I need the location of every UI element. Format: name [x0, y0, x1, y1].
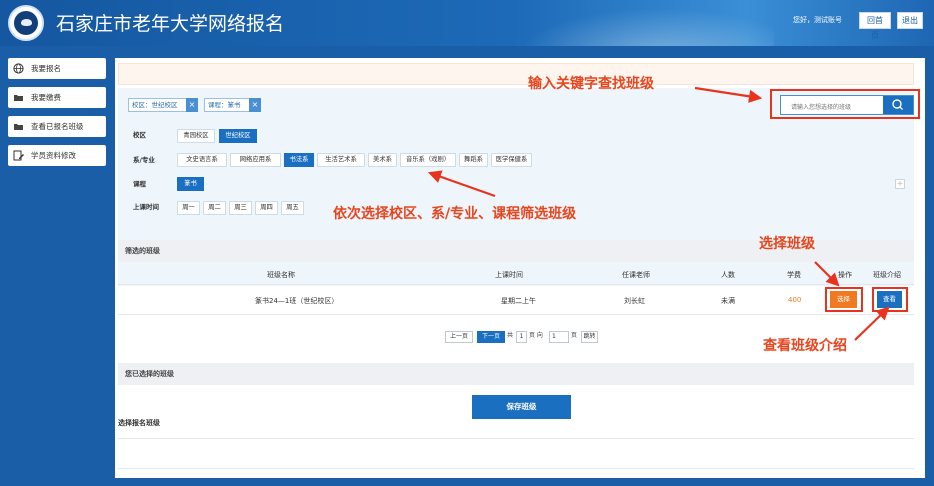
enroll-section-title: 选择报名班级: [118, 419, 160, 427]
dept-option[interactable]: 生活艺术系: [317, 153, 365, 167]
time-option[interactable]: 周四: [255, 201, 278, 215]
logout-button[interactable]: 退出: [897, 12, 923, 29]
class-name: 篆书24—1班（世纪校区）: [255, 297, 339, 305]
annotation-choose: 选择班级: [759, 236, 815, 252]
prev-page-button[interactable]: 上一页: [445, 331, 473, 343]
sidebar-item-label: 我要缴费: [31, 93, 61, 102]
time-option[interactable]: 周二: [203, 201, 226, 215]
dept-option[interactable]: 美术系: [368, 153, 397, 167]
sidebar-item-enroll[interactable]: 我要报名: [8, 58, 106, 79]
greeting-text: 您好，测试账号: [793, 16, 842, 24]
time-option[interactable]: 周三: [229, 201, 252, 215]
search-highlight: [770, 89, 920, 119]
col-header-time: 上课时间: [495, 271, 523, 279]
sidebar-item-label: 学员资料修改: [31, 151, 76, 160]
selected-section-title: 您已选择的班级: [118, 363, 914, 385]
goto-page-input[interactable]: 1: [549, 331, 569, 343]
time-option[interactable]: 周五: [281, 201, 304, 215]
remove-tag-icon[interactable]: ×: [249, 98, 261, 112]
class-fee: 400: [788, 296, 802, 304]
choose-highlight: [825, 287, 863, 312]
filter-tag-course: 课程：篆书 ×: [204, 98, 261, 112]
col-header-teacher: 任课老师: [622, 271, 650, 279]
expand-icon[interactable]: +: [895, 179, 905, 189]
class-teacher: 刘长虹: [624, 297, 645, 305]
pager-total: 1: [516, 331, 527, 343]
notice-bar: [118, 63, 914, 85]
time-option[interactable]: 周一: [177, 201, 200, 215]
sidebar-item-label: 查看已报名班级: [31, 122, 84, 131]
sidebar-item-view-enrolled[interactable]: 查看已报名班级: [8, 116, 106, 137]
col-header-count: 人数: [721, 271, 735, 279]
site-header: 石家庄市老年大学网络报名 您好，测试账号 回首页 退出: [0, 0, 934, 46]
pager-total-suffix: 页 向: [529, 332, 543, 339]
course-option-selected[interactable]: 篆书: [177, 177, 204, 191]
folder-icon: [13, 92, 24, 103]
dept-option[interactable]: 舞蹈系: [459, 153, 488, 167]
dept-option-selected[interactable]: 书法系: [284, 153, 314, 167]
campus-label: 校区: [133, 131, 146, 139]
save-class-button[interactable]: 保存班级: [472, 395, 571, 419]
col-header-fee: 学费: [787, 271, 801, 279]
edit-icon: [13, 150, 24, 161]
time-label: 上课时间: [133, 203, 159, 211]
sidebar-item-label: 我要报名: [31, 64, 61, 73]
col-header-intro: 班级介绍: [873, 271, 901, 279]
col-header-name: 班级名称: [267, 271, 295, 279]
header-decoration: [494, 0, 774, 46]
course-label: 课程: [133, 180, 146, 188]
dept-option[interactable]: 医学保健系: [491, 153, 532, 167]
globe-icon: [13, 63, 24, 74]
row-divider: [118, 468, 914, 469]
annotation-search: 输入关键字查找班级: [528, 76, 654, 92]
dept-label: 系/专业: [133, 156, 155, 164]
remove-tag-icon[interactable]: ×: [186, 98, 198, 112]
campus-option-selected[interactable]: 世纪校区: [219, 129, 257, 143]
class-count: 未满: [721, 297, 735, 305]
row-divider: [118, 284, 914, 285]
main-panel: 校区：世纪校区 × 课程：篆书 × 请输入您想选择的班级 校区 青园校区 世纪校区 …: [115, 58, 925, 478]
sidebar-item-edit-profile[interactable]: 学员资料修改: [8, 145, 106, 166]
pager-total-prefix: 共: [507, 332, 514, 339]
col-header-action: 操作: [838, 271, 852, 279]
campus-option[interactable]: 青园校区: [177, 129, 215, 143]
next-page-button[interactable]: 下一页: [477, 331, 505, 343]
annotation-view: 查看班级介绍: [763, 338, 847, 354]
row-divider: [118, 438, 914, 439]
pager-goto-suffix: 页: [571, 332, 578, 339]
dept-option[interactable]: 音乐系（戏剧）: [400, 153, 456, 167]
row-divider: [118, 314, 914, 315]
view-highlight: [872, 287, 908, 312]
sidebar-item-pay[interactable]: 我要缴费: [8, 87, 106, 108]
filter-tag-campus: 校区：世纪校区 ×: [128, 98, 198, 112]
school-logo: [8, 5, 44, 41]
dept-option[interactable]: 文史语言系: [177, 153, 227, 167]
annotation-filter: 依次选择校区、系/专业、课程筛选班级: [333, 206, 577, 222]
sidebar: 我要报名 我要缴费 查看已报名班级 学员资料修改: [8, 58, 106, 174]
dept-option[interactable]: 网络应用系: [230, 153, 281, 167]
site-title: 石家庄市老年大学网络报名: [56, 13, 285, 35]
jump-button[interactable]: 跳转: [581, 331, 598, 343]
class-time: 星期二上午: [501, 297, 536, 305]
folder-icon: [13, 121, 24, 132]
home-button[interactable]: 回首页: [859, 12, 891, 40]
